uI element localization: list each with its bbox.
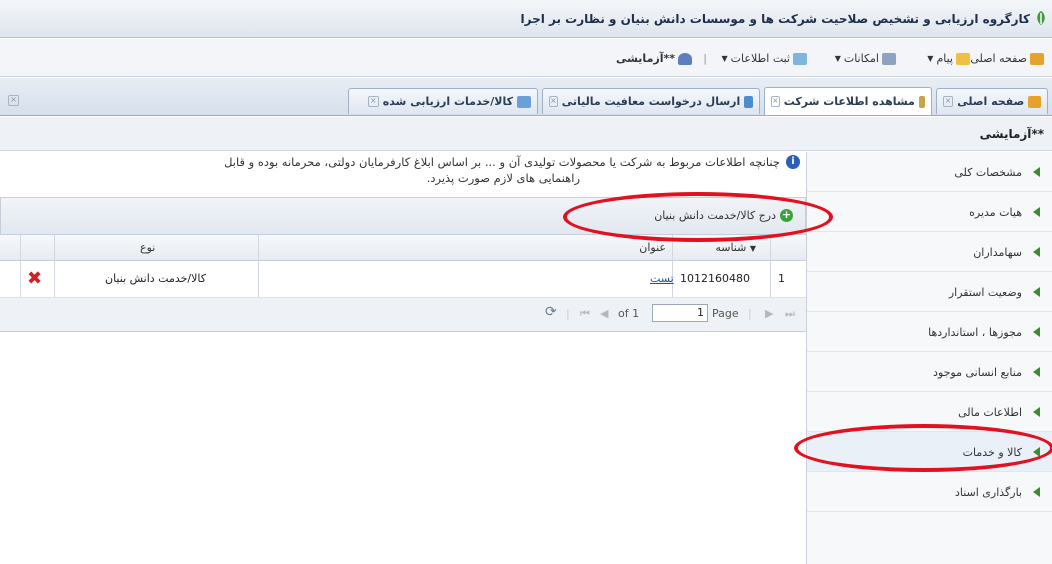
page-of-label: of 1 <box>618 307 640 320</box>
arrow-left-icon <box>1033 207 1040 217</box>
sidebar-item-label: سهامداران <box>973 246 1022 259</box>
list-icon <box>517 95 531 108</box>
last-page-icon[interactable]: ⏭ <box>785 307 795 321</box>
title-bar: کارگروه ارزیابی و تشخیص صلاحیت شرکت ها و… <box>0 0 1052 38</box>
home-icon <box>1028 95 1041 108</box>
column-title[interactable]: عنوان <box>639 241 666 254</box>
user-icon <box>678 52 692 65</box>
divider: | <box>748 307 752 320</box>
annotation-oval-add-button <box>563 192 833 242</box>
toolbar-user-label: آزمایشی** <box>615 52 675 65</box>
arrow-left-icon <box>1033 407 1040 417</box>
close-icon[interactable]: × <box>771 96 780 107</box>
tab-evaluated-goods[interactable]: × کالا/خدمات ارزیابی شده <box>348 88 538 114</box>
arrow-left-icon <box>1033 327 1040 337</box>
toolbar-messages[interactable]: ▼ پیام <box>927 52 970 65</box>
annotation-oval-goods-services <box>794 424 1052 472</box>
window-title: کارگروه ارزیابی و تشخیص صلاحیت شرکت ها و… <box>520 12 1031 26</box>
pagination-bar: ⏭ ▶ | Page 1 of 1 ◀ ⏮ | ⟳ <box>0 298 806 332</box>
sidebar: مشخصات کلی هیات مدیره سهامداران وضعیت اس… <box>806 152 1052 564</box>
chevron-down-icon: ▼ <box>834 54 841 63</box>
column-type-label: نوع <box>140 241 156 254</box>
sidebar-item-board[interactable]: هیات مدیره <box>807 192 1052 232</box>
delete-icon[interactable]: ✖ <box>27 268 42 289</box>
sidebar-item-licenses[interactable]: مجوزها ، استانداردها <box>807 312 1052 352</box>
column-id-label: شناسه <box>715 241 747 254</box>
divider: | <box>566 307 570 320</box>
tab-home-label: صفحه اصلی <box>957 95 1025 108</box>
toolbar-user[interactable]: آزمایشی** <box>616 52 692 65</box>
tab-tax-exemption[interactable]: × ارسال درخواست معافیت مالیاتی <box>542 88 760 114</box>
sidebar-item-label: هیات مدیره <box>969 206 1022 219</box>
send-icon <box>744 95 753 108</box>
tab-company-info-label: مشاهده اطلاعات شرکت <box>783 95 915 108</box>
tab-strip: × صفحه اصلی × مشاهده اطلاعات شرکت × ارسا… <box>0 78 1052 116</box>
sidebar-item-shareholders[interactable]: سهامداران <box>807 232 1052 272</box>
close-icon[interactable]: × <box>549 96 558 107</box>
arrow-left-icon <box>1033 487 1040 497</box>
sidebar-item-label: وضعیت استقرار <box>948 286 1022 299</box>
toolbar-home[interactable]: صفحه اصلی <box>970 52 1044 65</box>
table-row[interactable]: 1 1012160480 تست کالا/خدمت دانش بنیان ✖ <box>0 262 806 298</box>
sidebar-item-upload-documents[interactable]: بارگذاری اسناد <box>807 472 1052 512</box>
arrow-left-icon <box>1033 167 1040 177</box>
row-id: 1012160480 <box>680 272 750 285</box>
envelope-icon <box>956 52 970 65</box>
home-icon <box>1030 52 1044 65</box>
sidebar-item-general[interactable]: مشخصات کلی <box>807 152 1052 192</box>
toolbar-home-label: صفحه اصلی <box>970 52 1027 65</box>
sidebar-item-label: بارگذاری اسناد <box>954 486 1022 499</box>
sort-icon: ▼ <box>749 244 756 253</box>
row-title-link[interactable]: تست <box>650 272 674 285</box>
first-page-icon[interactable]: ⏮ <box>580 307 590 321</box>
close-icon[interactable]: × <box>943 96 954 107</box>
wrench-icon <box>882 52 896 65</box>
sidebar-item-label: مجوزها ، استانداردها <box>928 326 1022 339</box>
toolbar-facilities[interactable]: ▼ امکانات <box>835 52 896 65</box>
divider <box>807 511 1052 512</box>
arrow-left-icon <box>1033 247 1040 257</box>
row-type: کالا/خدمت دانش بنیان <box>105 272 206 285</box>
toolbar-messages-label: پیام <box>936 52 953 65</box>
sidebar-item-human-resources[interactable]: منابع انسانی موجود <box>807 352 1052 392</box>
chevron-down-icon: ▼ <box>721 54 728 63</box>
notice-line-2: راهنمایی های لازم صورت پذیرد. <box>426 171 580 185</box>
toolbar-register-info-label: ثبت اطلاعات <box>730 52 790 65</box>
toolbar-register-info[interactable]: ▼ ثبت اطلاعات <box>722 52 807 65</box>
column-id[interactable]: شناسه ▼ <box>715 241 756 254</box>
close-icon[interactable]: × <box>367 96 379 107</box>
sidebar-item-label: اطلاعات مالی <box>958 406 1022 419</box>
notice-line-1: چنانچه اطلاعات مربوط به شرکت یا محصولات … <box>224 155 780 169</box>
column-title-label: عنوان <box>639 241 666 254</box>
next-page-icon[interactable]: ▶ <box>765 307 773 320</box>
tab-tax-exemption-label: ارسال درخواست معافیت مالیاتی <box>561 95 741 108</box>
close-icon[interactable]: × <box>8 95 19 106</box>
breadcrumb: آزمایشی** <box>0 117 1052 151</box>
info-icon: i <box>786 155 800 169</box>
tab-evaluated-goods-label: کالا/خدمات ارزیابی شده <box>382 95 513 108</box>
tab-company-info[interactable]: × مشاهده اطلاعات شرکت <box>764 87 932 115</box>
company-icon <box>918 95 925 108</box>
toolbar: صفحه اصلی ▼ پیام ▼ امکانات ▼ ثبت اطلاعات… <box>0 39 1052 77</box>
app-logo-icon <box>1037 11 1045 25</box>
tab-home[interactable]: × صفحه اصلی <box>936 88 1048 114</box>
arrow-left-icon <box>1033 367 1040 377</box>
form-icon <box>793 52 807 65</box>
page-label: Page <box>712 307 739 320</box>
toolbar-facilities-label: امکانات <box>843 52 879 65</box>
prev-page-icon[interactable]: ◀ <box>600 307 608 320</box>
arrow-left-icon <box>1033 287 1040 297</box>
sidebar-item-label: مشخصات کلی <box>954 166 1022 179</box>
page-number-input[interactable]: 1 <box>652 304 708 322</box>
page-title: آزمایشی** <box>979 127 1044 141</box>
toolbar-divider: | <box>703 52 707 65</box>
column-type[interactable]: نوع <box>140 241 155 254</box>
chevron-down-icon: ▼ <box>927 54 934 63</box>
sidebar-item-label: منابع انسانی موجود <box>933 366 1022 379</box>
refresh-icon[interactable]: ⟳ <box>545 304 557 320</box>
row-number: 1 <box>778 272 785 285</box>
sidebar-item-location[interactable]: وضعیت استقرار <box>807 272 1052 312</box>
